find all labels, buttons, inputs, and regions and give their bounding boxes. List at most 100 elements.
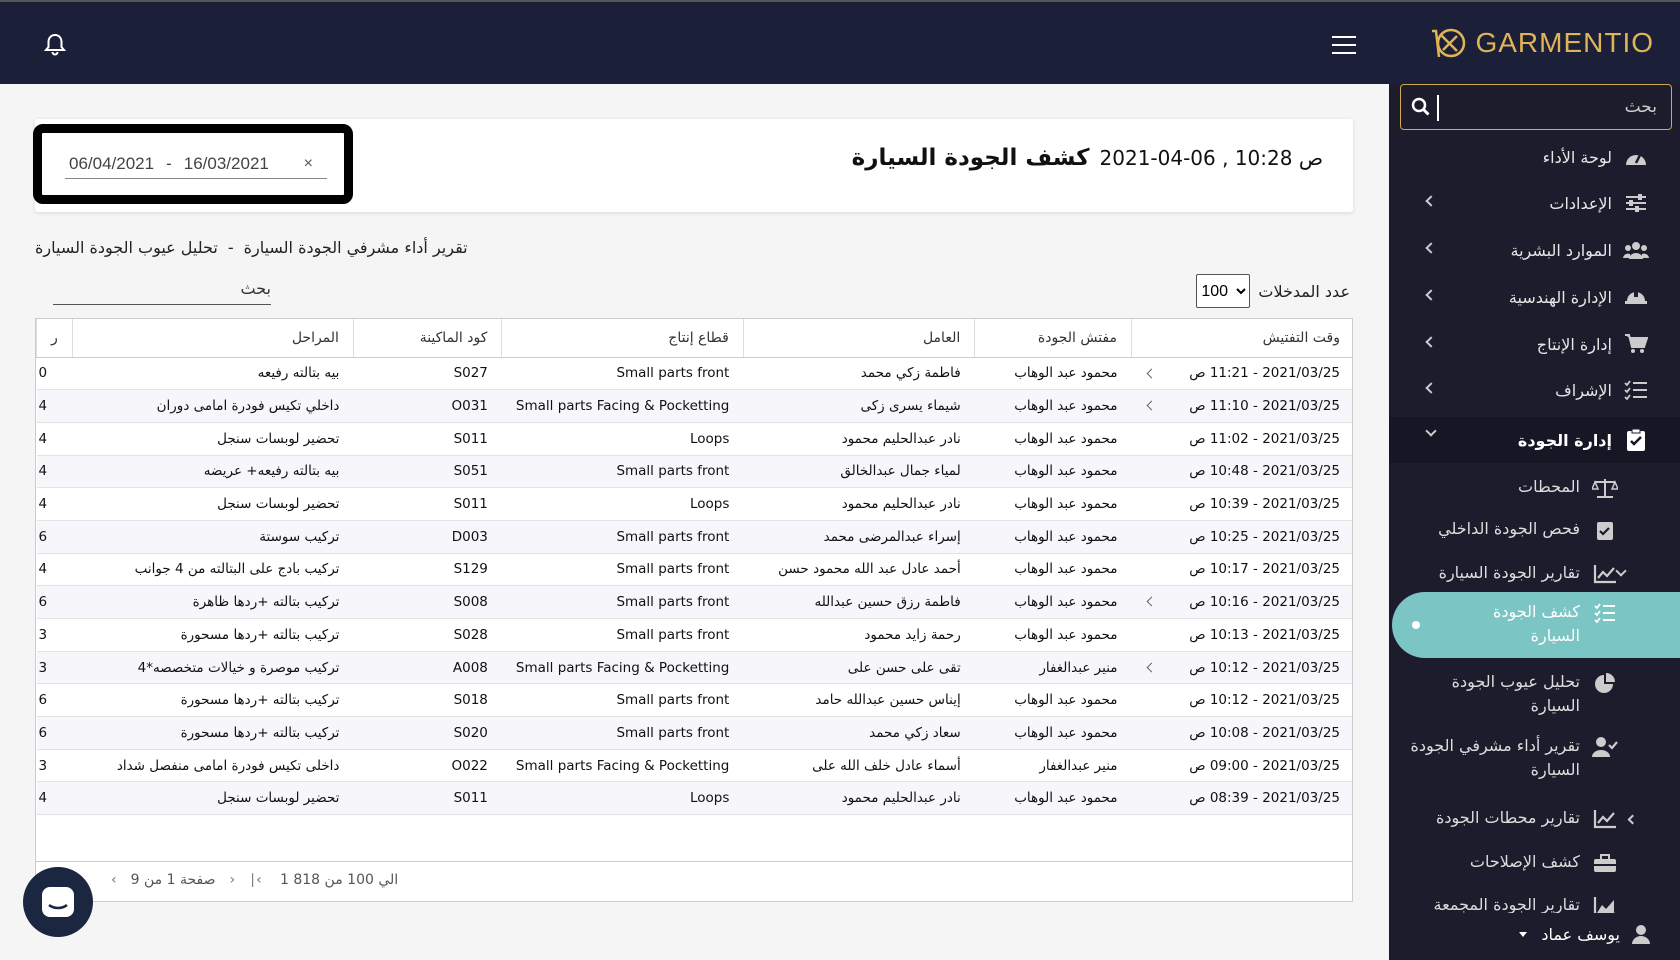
nav-supervisor-report[interactable]: تقرير أداء مشرفي الجودة السيارة <box>1389 730 1680 786</box>
table-row[interactable]: 2021/03/25 - 10:16 ص محمود عبد الوهاب فاطم… <box>36 585 1352 619</box>
search-icon[interactable] <box>1411 97 1431 117</box>
cell-extra: 4 <box>36 389 73 423</box>
cell-stage: تحضير لوبسات سنجل <box>72 781 354 816</box>
table-row[interactable]: 2021/03/25 - 10:48 ص محمود عبد الوهاب لميا… <box>36 455 1352 489</box>
table-row[interactable]: 2021/03/25 - 10:39 ص محمود عبد الوهاب نادر… <box>36 487 1352 521</box>
chevron-left-icon <box>1425 336 1437 348</box>
cell-extra: 6 <box>36 716 73 750</box>
table-row[interactable]: 2021/03/25 - 10:12 ص محمود عبد الوهاب إينا… <box>36 683 1352 718</box>
cell-sector: Small parts front <box>501 553 744 587</box>
cell-machine-code: S129 <box>353 553 502 587</box>
cell-inspector: محمود عبد الوهاب <box>974 553 1132 587</box>
cell-inspector: محمود عبد الوهاب <box>974 422 1132 456</box>
data-table: وقت التفتيش مفتش الجودة العامل قطاع إنتا… <box>36 319 1352 816</box>
col-header-worker[interactable]: العامل <box>742 319 975 358</box>
nav-quality-reports[interactable]: تقارير الجودة السيارة <box>1389 553 1680 593</box>
cell-worker: سعاد زكي محمد <box>743 716 975 750</box>
table-row[interactable]: 2021/03/25 - 08:39 ص محمود عبد الوهاب نادر… <box>36 781 1352 816</box>
clear-date-icon[interactable]: × <box>304 155 313 173</box>
nav-quality[interactable]: إدارة الجودة <box>1389 417 1680 463</box>
link-defect-analysis[interactable]: تحليل عيوب الجودة السيارة <box>35 238 218 257</box>
table-row[interactable]: 2021/03/25 - 10:08 ص محمود عبد الوهاب سعاد… <box>36 716 1352 750</box>
cell-machine-code: O031 <box>353 389 502 423</box>
nav-internal-qc[interactable]: فحص الجودة الداخلي <box>1389 509 1680 549</box>
col-header-time[interactable]: وقت التفتيش <box>1131 319 1352 358</box>
cell-worker: فاطمة زكي محمد <box>743 357 975 391</box>
expand-row-icon[interactable] <box>1146 368 1156 378</box>
menu-toggle-icon[interactable] <box>1332 36 1356 56</box>
cell-worker: شيماء يسرى زكى <box>743 389 975 423</box>
link-separator: - <box>227 238 234 257</box>
nav-settings[interactable]: الإعدادات <box>1389 183 1680 223</box>
nav-defect-analysis[interactable]: تحليل عيوب الجودة السيارة <box>1389 666 1680 722</box>
table-row[interactable]: 2021/03/25 - 10:12 ص منير عبدالغفار تقى عل… <box>36 651 1352 685</box>
prev-page-icon[interactable]: › <box>229 872 235 888</box>
next-page-icon[interactable]: ‹ <box>111 872 117 888</box>
cell-sector: Small parts front <box>501 716 744 750</box>
cell-stage: تركيب بتالته +ردها مسحورة <box>72 683 354 718</box>
app-logo[interactable]: GARMENTIO <box>1427 26 1654 60</box>
nav-production[interactable]: إدارة الإنتاج <box>1389 324 1680 364</box>
cell-extra: 3 <box>36 749 73 783</box>
expand-row-icon[interactable] <box>1146 400 1156 411</box>
nav-combined-reports[interactable]: تقارير الجودة المجمعة <box>1389 887 1680 913</box>
nav-label: كشف الجودة السيارة <box>1493 602 1580 645</box>
cell-extra: 0 <box>36 357 73 391</box>
cell-worker: أسماء عادل خلف الله على <box>743 749 975 783</box>
table-row[interactable]: 2021/03/25 - 11:10 ص محمود عبد الوهاب شيما… <box>36 389 1352 423</box>
table-row[interactable]: 2021/03/25 - 11:21 ص محمود عبد الوهاب فاطم… <box>36 357 1352 391</box>
chevron-left-icon <box>1627 814 1638 825</box>
nav-label: لوحة الأداء <box>1542 147 1612 167</box>
nav-hr[interactable]: الموارد البشرية <box>1389 230 1680 270</box>
date-separator: - <box>166 153 172 173</box>
cell-machine-code: S028 <box>353 618 502 652</box>
nav-label: الموارد البشرية <box>1510 240 1613 260</box>
table-search-input[interactable] <box>53 279 271 298</box>
nav-dashboard[interactable]: لوحة الأداء <box>1389 137 1680 177</box>
nav-quality-sheet[interactable]: كشف الجودة السيارة <box>1392 592 1680 658</box>
sidebar-search-input[interactable] <box>1477 93 1657 121</box>
col-header-extra[interactable]: ر <box>36 319 73 358</box>
nav-station-reports[interactable]: تقارير محطات الجودة <box>1389 800 1680 840</box>
table-header-row: وقت التفتيش مفتش الجودة العامل قطاع إنتا… <box>36 319 1352 358</box>
cell-stage: بيه بتالته رفيعه <box>72 357 354 391</box>
cell-worker: لمياء جمال عبدالخالق <box>743 455 975 489</box>
cell-time: 2021/03/25 - 10:39 ص <box>1131 487 1352 521</box>
cell-stage: تركيب بتالته +ردها ظاهرة <box>72 585 354 619</box>
sidebar: لوحة الأداء الإعدادات الموارد البشرية ال… <box>1389 84 1680 960</box>
col-header-inspector[interactable]: مفتش الجودة <box>974 319 1132 358</box>
link-supervisor-report[interactable]: تقرير أداء مشرفي الجودة السيارة <box>244 238 468 257</box>
date-from: 16/03/2021 <box>183 153 269 173</box>
dashboard-icon <box>1622 144 1650 170</box>
col-header-stages[interactable]: المراحل <box>71 319 354 358</box>
nav-stations[interactable]: المحطات <box>1389 467 1680 507</box>
nav-engineering[interactable]: الإدارة الهندسية <box>1389 277 1680 317</box>
col-header-sector[interactable]: قطاع إنتاج <box>501 319 744 358</box>
hardhat-icon <box>1622 284 1650 310</box>
nav-supervision[interactable]: الإشراف <box>1389 370 1680 410</box>
cell-machine-code: S027 <box>353 357 502 391</box>
cell-time: 2021/03/25 - 10:16 ص <box>1131 585 1352 619</box>
table-row[interactable]: 2021/03/25 - 10:25 ص محمود عبد الوهاب إسرا… <box>36 520 1352 554</box>
first-page-icon[interactable]: ∣‹ <box>249 872 262 888</box>
cell-extra: 6 <box>36 585 73 619</box>
cell-worker: نادر عبدالحليم محمود <box>743 781 975 816</box>
chat-launcher-icon[interactable] <box>23 867 93 937</box>
cell-sector: Loops <box>501 487 744 521</box>
expand-row-icon[interactable] <box>1146 596 1156 607</box>
nav-repairs[interactable]: كشف الإصلاحات <box>1389 844 1680 884</box>
expand-row-icon[interactable] <box>1146 662 1156 673</box>
cell-stage: تركيب بتالته +ردها مسحورة <box>72 716 354 750</box>
table-row[interactable]: 2021/03/25 - 09:00 ص منير عبدالغفار أسماء … <box>36 749 1352 783</box>
date-range-picker[interactable]: 06/04/2021 - 16/03/2021 × <box>65 149 327 179</box>
cell-extra: 4 <box>36 455 73 489</box>
user-menu[interactable]: يوسف عماد <box>1389 914 1680 954</box>
area-chart-icon <box>1592 893 1618 913</box>
table-row[interactable]: 2021/03/25 - 11:02 ص محمود عبد الوهاب نادر… <box>36 422 1352 456</box>
entries-select[interactable]: 100 <box>1196 274 1251 308</box>
col-header-machine-code[interactable]: كود الماكينة <box>352 319 502 358</box>
bell-icon[interactable] <box>42 32 68 58</box>
table-row[interactable]: 2021/03/25 - 10:13 ص محمود عبد الوهاب رحمة… <box>36 618 1352 652</box>
table-row[interactable]: 2021/03/25 - 10:17 ص محمود عبد الوهاب أحمد… <box>36 553 1352 587</box>
nav-label: إدارة الإنتاج <box>1536 334 1612 354</box>
